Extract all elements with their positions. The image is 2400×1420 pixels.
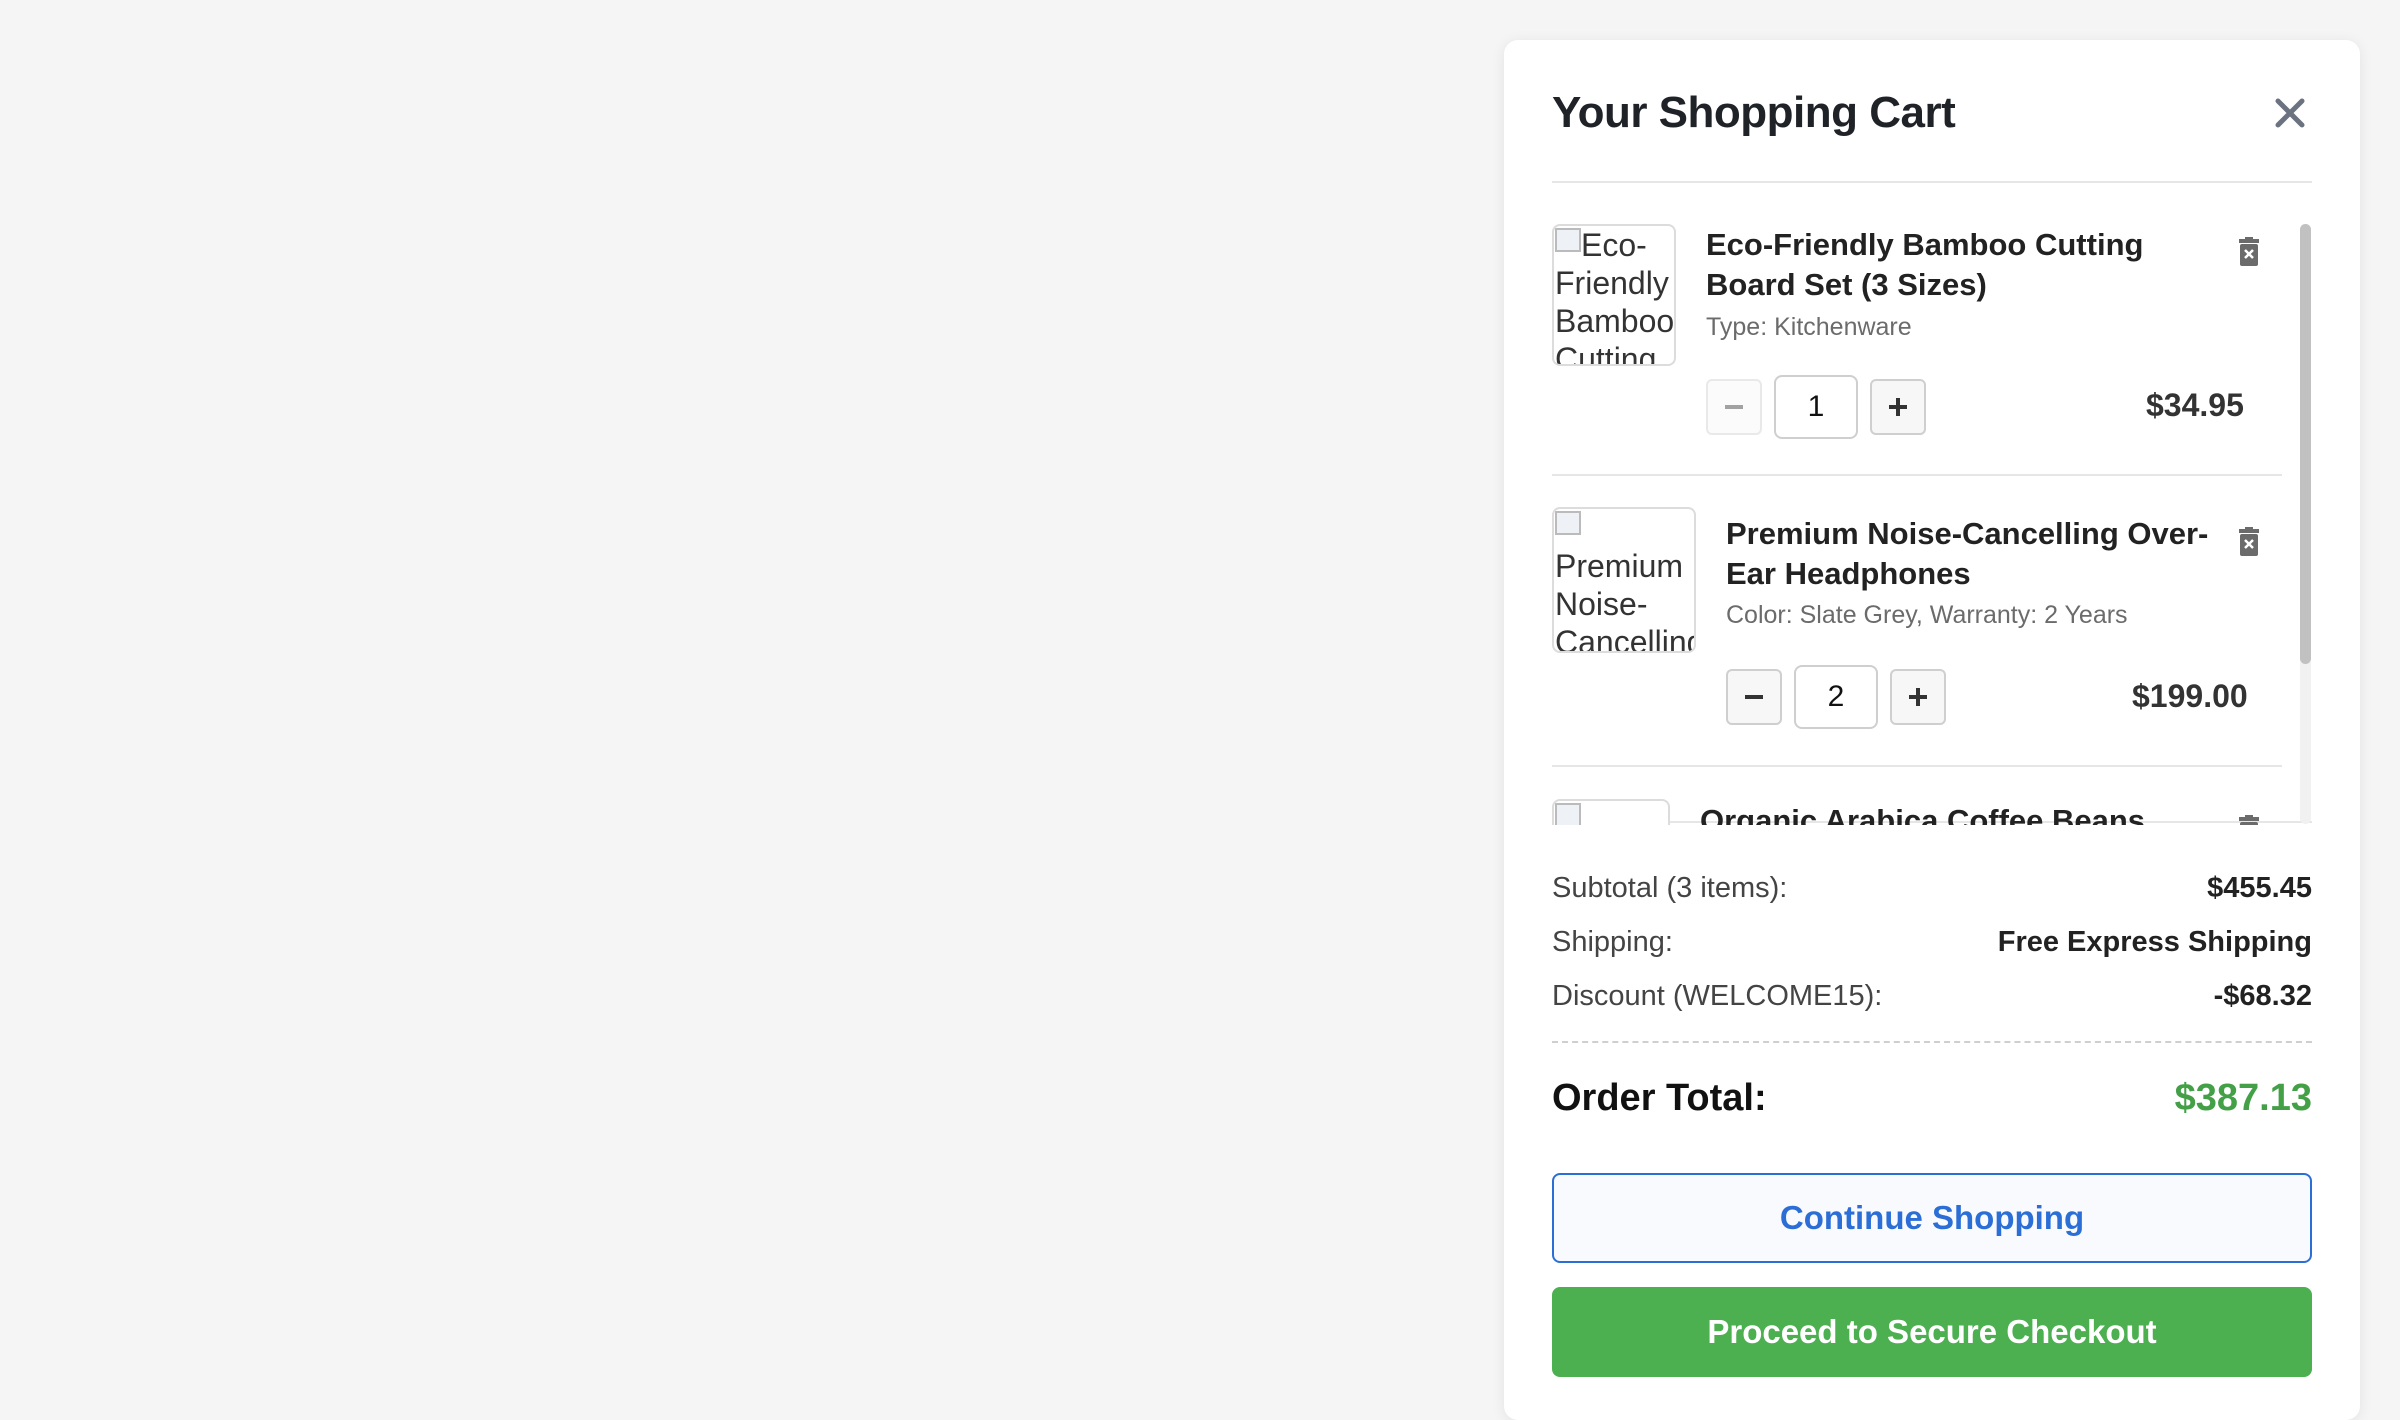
broken-image-icon [1555,511,1581,535]
discount-value: -$68.32 [2213,979,2312,1012]
product-name: Premium Noise-Cancelling Over- Ear Headp… [1726,514,2208,594]
subtotal-value: $455.45 [2207,871,2312,904]
shopping-cart-panel: Your Shopping Cart Eco- Friendly Bamboo … [1504,40,2360,1420]
decrease-quantity-button[interactable] [1726,669,1782,725]
cart-scrollbar-thumb[interactable] [2300,224,2311,664]
image-alt-text: Bamboo [1555,303,1675,339]
broken-image-icon [1555,803,1581,825]
product-image [1552,799,1670,825]
close-button[interactable] [2264,87,2316,139]
product-variant: Type: Kitchenware [1706,313,1912,341]
increase-quantity-button[interactable] [1890,669,1946,725]
quantity-input[interactable] [1794,665,1878,729]
product-image: Eco- Friendly Bamboo Cutting [1552,224,1676,366]
minus-icon [1745,695,1763,699]
product-variant: Color: Slate Grey, Warranty: 2 Years [1726,601,2128,629]
order-summary: Subtotal (3 items): $455.45 Shipping: Fr… [1552,823,2312,1377]
cart-items-list: Eco- Friendly Bamboo Cutting Eco-Friendl… [1552,183,2312,825]
image-alt-text: Noise- [1555,586,1648,622]
cart-item: Eco- Friendly Bamboo Cutting Eco-Friendl… [1552,183,2282,476]
image-alt-text: Eco- [1581,227,1647,263]
item-price: $34.95 [2146,387,2244,423]
order-total-value: $387.13 [2174,1076,2312,1119]
product-name-line: Ear Headphones [1726,556,1971,591]
broken-image-icon [1555,228,1581,252]
product-name: Eco-Friendly Bamboo Cutting Board Set (3… [1706,225,2143,305]
quantity-input[interactable] [1774,375,1858,439]
subtotal-row: Subtotal (3 items): $455.45 [1552,861,2312,915]
order-total-label: Order Total: [1552,1076,1767,1119]
trash-icon [2239,815,2259,825]
checkout-button[interactable]: Proceed to Secure Checkout [1552,1287,2312,1377]
product-name-line: Eco-Friendly Bamboo Cutting [1706,227,2144,262]
cart-title: Your Shopping Cart [1552,87,1956,137]
discount-row: Discount (WELCOME15): -$68.32 [1552,969,2312,1023]
product-name-line: Premium Noise-Cancelling Over- [1726,516,2209,551]
plus-icon [1909,688,1927,706]
quantity-stepper [1726,665,1946,729]
plus-icon [1889,398,1907,416]
cart-item: Premium Noise- Cancelling Premium Noise-… [1552,475,2282,767]
image-alt-text: Cutting [1555,341,1657,366]
shipping-value: Free Express Shipping [1997,925,2312,958]
product-image: Premium Noise- Cancelling [1552,507,1696,653]
continue-shopping-button[interactable]: Continue Shopping [1552,1173,2312,1263]
product-name-line: Board Set (3 Sizes) [1706,267,1987,302]
order-total-row: Order Total: $387.13 [1552,1041,2312,1149]
minus-icon [1725,405,1743,409]
trash-icon [2239,527,2259,556]
quantity-stepper [1706,375,1926,439]
image-alt-text: Cancelling [1555,624,1696,653]
shipping-label: Shipping: [1552,925,1673,958]
product-name-line: Organic Arabica Coffee Beans [1700,803,2146,825]
image-alt-text: Friendly [1555,265,1669,301]
cart-item: Organic Arabica Coffee Beans [1552,767,2282,825]
product-name: Organic Arabica Coffee Beans [1700,801,2145,825]
image-alt-text: Premium [1555,548,1684,584]
remove-item-button[interactable] [2236,527,2262,562]
subtotal-label: Subtotal (3 items): [1552,871,1788,904]
shipping-row: Shipping: Free Express Shipping [1552,915,2312,969]
trash-icon [2239,237,2259,266]
cart-items-scroll-area[interactable]: Eco- Friendly Bamboo Cutting Eco-Friendl… [1552,183,2312,825]
item-price: $199.00 [2132,678,2248,714]
discount-label: Discount (WELCOME15): [1552,979,1883,1012]
increase-quantity-button[interactable] [1870,379,1926,435]
remove-item-button[interactable] [2236,237,2262,272]
cart-header: Your Shopping Cart [1552,40,2312,183]
decrease-quantity-button[interactable] [1706,379,1762,435]
remove-item-button[interactable] [2236,815,2262,825]
close-icon [2275,98,2305,127]
